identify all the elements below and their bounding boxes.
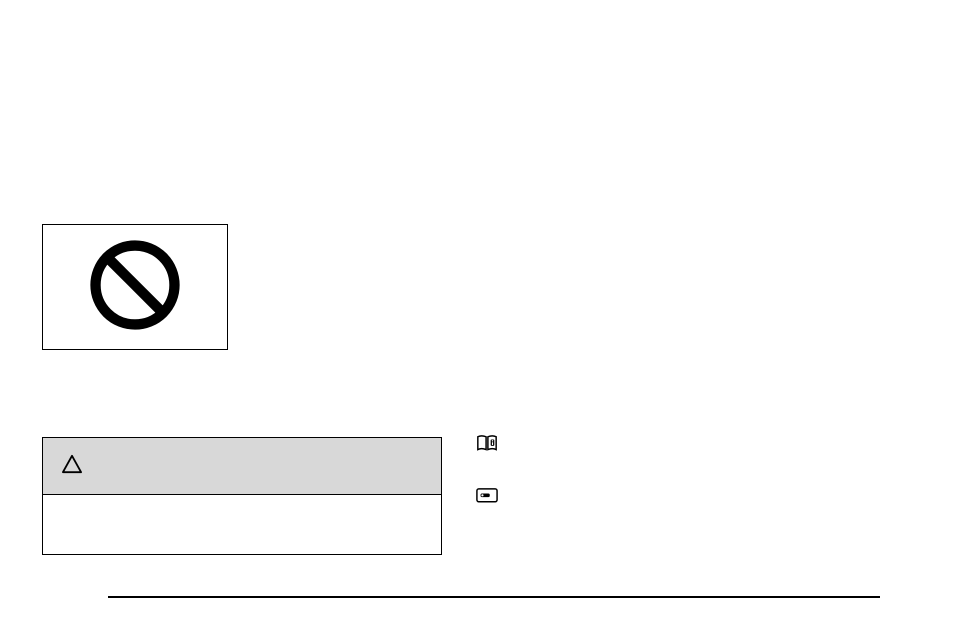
caution-box [42, 437, 442, 555]
prohibit-symbol-box [42, 224, 228, 350]
caution-body [43, 495, 441, 554]
card-icon [476, 488, 498, 504]
prohibit-icon [88, 238, 182, 337]
footer-divider [108, 596, 880, 598]
book-info-icon [476, 434, 498, 452]
warning-triangle-icon [61, 454, 83, 479]
caution-header [43, 438, 441, 495]
